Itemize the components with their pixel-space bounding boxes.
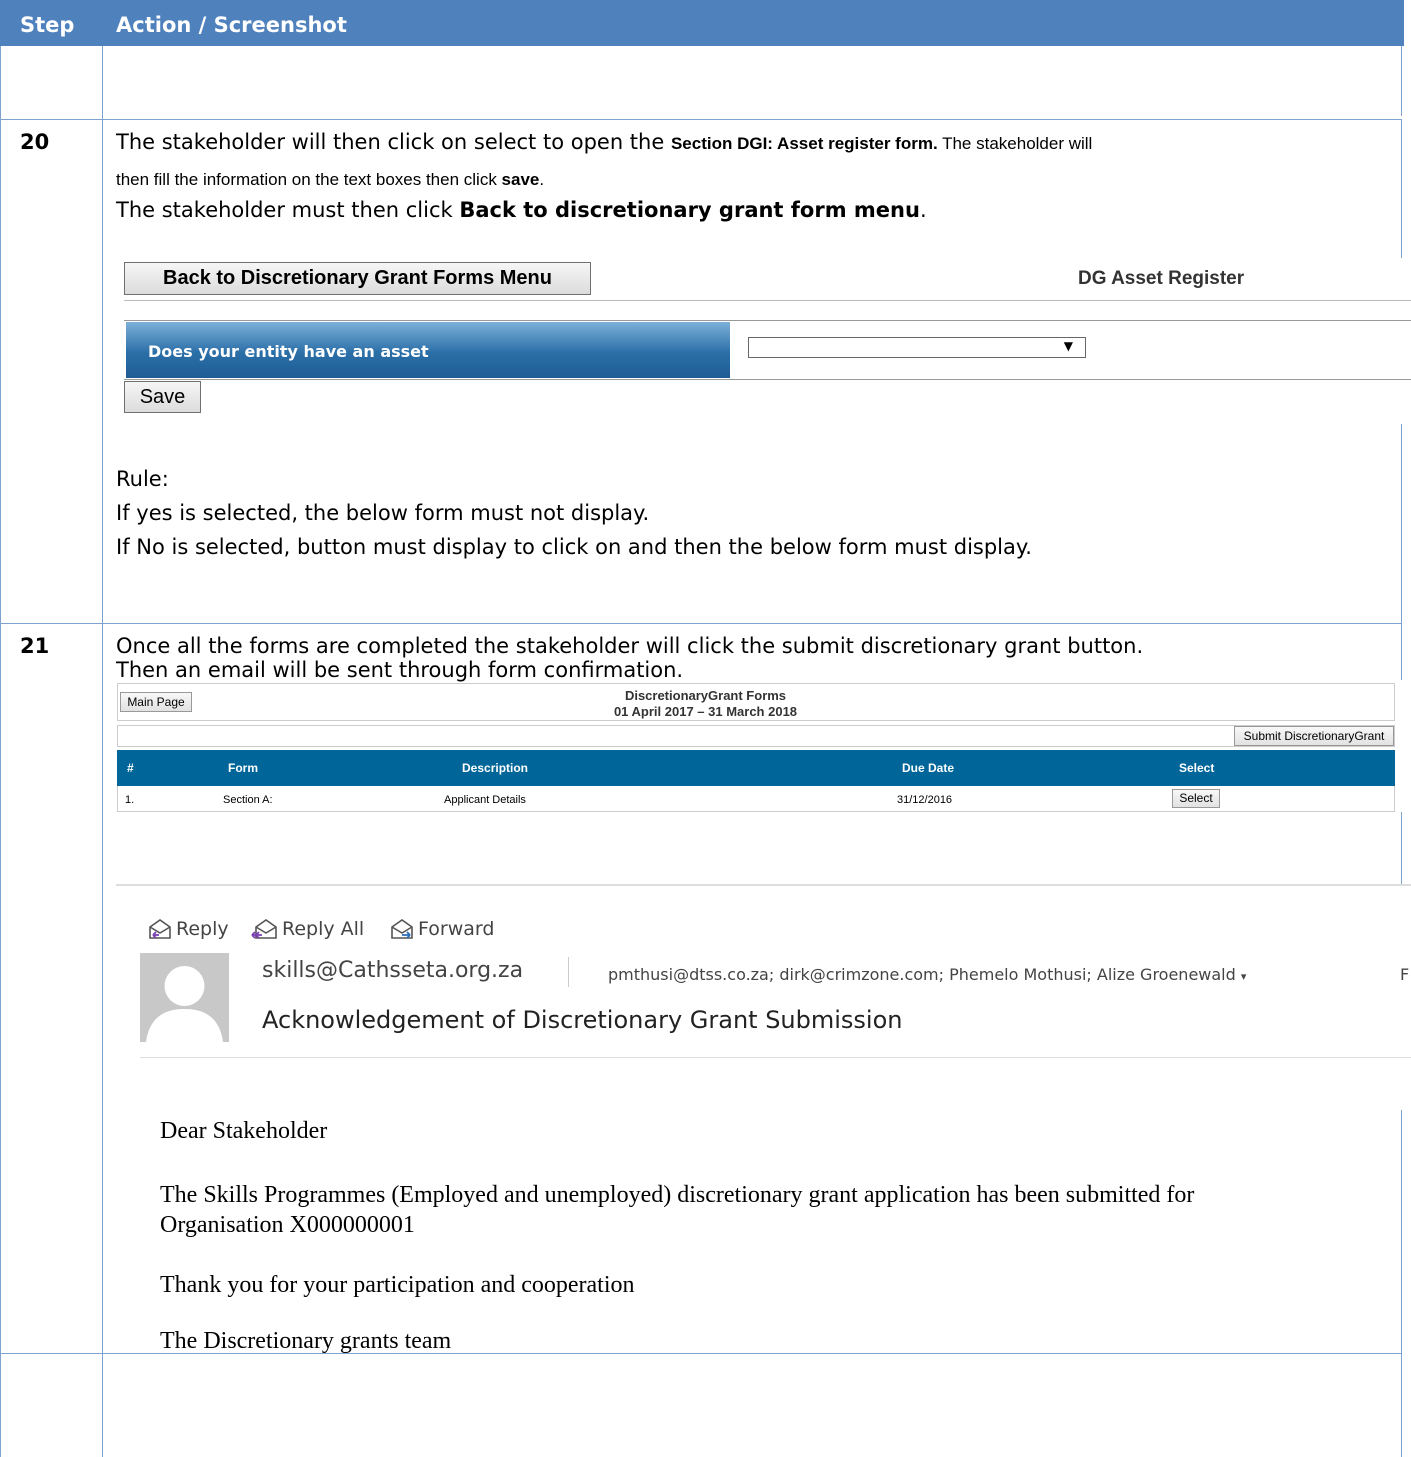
grant-forms-period: 01 April 2017 – 31 March 2018	[613, 704, 798, 719]
rule-title: Rule:	[116, 467, 169, 491]
table-border-right	[1401, 46, 1402, 116]
submit-grant-button[interactable]: Submit DiscretionaryGrant	[1234, 726, 1394, 746]
column-header: Due Date	[902, 761, 955, 775]
email-recipients: pmthusi@dtss.co.za; dirk@crimzone.com; P…	[608, 965, 1246, 984]
text-segment: then fill the information on the text bo…	[116, 170, 502, 189]
email-greeting: Dear Stakeholder	[160, 1118, 328, 1144]
step-number: 21	[20, 634, 50, 658]
email-signoff: The Discretionary grants team	[160, 1328, 452, 1354]
reply-button[interactable]: Reply	[148, 918, 229, 940]
rule-line-2: If No is selected, button must display t…	[116, 535, 1032, 559]
divider	[124, 300, 1411, 301]
row-form: Section A:	[223, 794, 273, 806]
divider	[140, 1057, 1411, 1058]
text-segment: The stakeholder will	[937, 134, 1093, 153]
action-column-header: Action / Screenshot	[116, 13, 347, 37]
reply-all-label: Reply All	[282, 918, 365, 940]
column-header: #	[127, 761, 134, 775]
step-21-line-2: Then an email will be sent through form …	[116, 658, 684, 682]
text-segment: The stakeholder will then click on selec…	[116, 130, 671, 154]
asset-question-label: Does your entity have an asset	[126, 322, 730, 378]
grant-forms-table-header: # Form Description Due Date Select	[117, 750, 1395, 786]
dg-asset-register-title: DG Asset Register	[1078, 268, 1245, 289]
email-header-truncated: F	[1400, 965, 1410, 984]
row-divider	[0, 119, 1402, 120]
step-20-line-3: The stakeholder must then click Back to …	[116, 198, 927, 222]
row-description: Applicant Details	[444, 794, 526, 806]
step-20-line-2: then fill the information on the text bo…	[116, 166, 544, 190]
table-header: Step Action / Screenshot	[0, 0, 1404, 46]
table-border-right	[1401, 424, 1402, 624]
save-button[interactable]: Save	[124, 381, 201, 413]
row-number: 1.	[125, 794, 135, 806]
divider	[568, 957, 569, 987]
step-number: 20	[20, 130, 50, 154]
avatar-icon	[140, 953, 229, 1042]
row-divider	[0, 623, 1402, 624]
email-subject: Acknowledgement of Discretionary Grant S…	[262, 1006, 903, 1034]
column-header: Form	[228, 761, 258, 775]
back-to-forms-menu-button[interactable]: Back to Discretionary Grant Forms Menu	[124, 262, 591, 295]
back-link-name: Back to discretionary grant form menu	[459, 198, 920, 222]
table-border-right	[1401, 1110, 1402, 1457]
rule-line-1: If yes is selected, the below form must …	[116, 501, 650, 525]
column-header: Description	[462, 761, 529, 775]
step-20-line-1: The stakeholder will then click on selec…	[116, 130, 1092, 154]
email-body-line-2: Organisation X000000001	[160, 1212, 415, 1238]
asset-select[interactable]: ▼	[748, 337, 1086, 358]
forward-button[interactable]: Forward	[390, 918, 494, 940]
table-border-right	[1401, 812, 1402, 884]
step-21-line-1: Once all the forms are completed the sta…	[116, 634, 1144, 658]
save-word: save	[501, 170, 540, 189]
dropdown-arrow-icon: ▼	[1063, 339, 1073, 353]
table-border-left	[0, 46, 1, 1457]
forward-label: Forward	[418, 918, 495, 940]
reply-all-button[interactable]: Reply All	[250, 918, 364, 940]
form-name: Section DGI: Asset register form.	[670, 134, 938, 153]
column-header: Select	[1179, 761, 1215, 775]
reply-icon	[149, 919, 171, 939]
table-border-right	[1401, 120, 1402, 258]
step-column-header: Step	[20, 13, 75, 37]
grant-forms-toolbar	[117, 725, 1395, 747]
reply-all-icon	[251, 919, 277, 939]
chevron-down-icon[interactable]: ▾	[1241, 970, 1247, 983]
table-column-divider	[102, 46, 103, 1457]
forward-icon	[391, 919, 413, 939]
reply-label: Reply	[176, 918, 229, 940]
row-due-date: 31/12/2016	[897, 794, 953, 806]
email-top-border	[116, 884, 1411, 886]
table-border-right	[1401, 624, 1402, 680]
email-body-line-1: The Skills Programmes (Employed and unem…	[160, 1182, 1195, 1208]
recipients-text: pmthusi@dtss.co.za; dirk@crimzone.com; P…	[608, 965, 1236, 984]
grant-forms-title: DiscretionaryGrant Forms	[624, 688, 787, 703]
text-segment: .	[919, 198, 927, 222]
text-segment: .	[539, 170, 545, 189]
text-segment: The stakeholder must then click	[116, 198, 460, 222]
row-select-button[interactable]: Select	[1172, 789, 1220, 808]
email-body-line-3: Thank you for your participation and coo…	[160, 1272, 635, 1298]
email-sender: skills@Cathsseta.org.za	[262, 958, 524, 983]
